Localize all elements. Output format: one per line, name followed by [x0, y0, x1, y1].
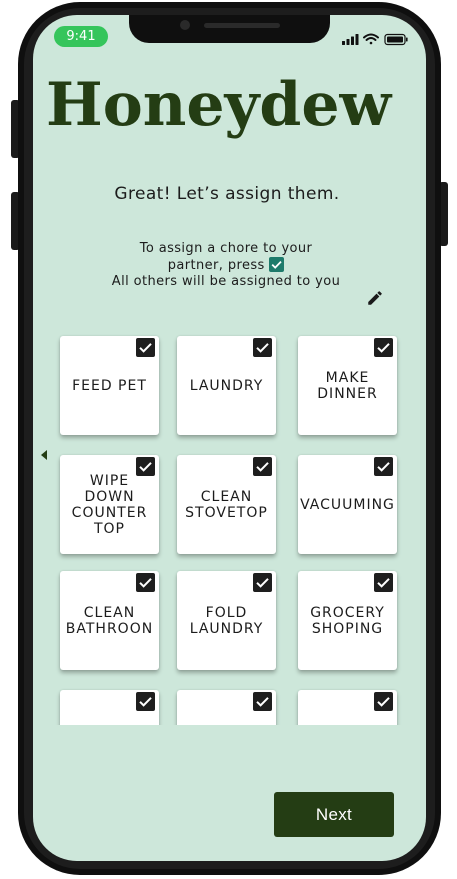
instructions-line2: All others will be assigned to you: [111, 274, 341, 289]
checkbox-checked-icon[interactable]: [253, 457, 272, 476]
checkbox-checked-icon[interactable]: [374, 573, 393, 592]
page-heading: Great! Let’s assign them.: [114, 184, 340, 204]
checkbox-checked-icon[interactable]: [374, 692, 393, 711]
chore-card[interactable]: FEED PET: [60, 336, 159, 435]
chore-card[interactable]: GROCERY SHOPING: [298, 571, 397, 670]
checkbox-checked-icon[interactable]: [136, 457, 155, 476]
cellular-signal-icon: [342, 34, 359, 45]
checkbox-checked-icon[interactable]: [253, 692, 272, 711]
checkbox-checked-icon[interactable]: [374, 338, 393, 357]
chore-grid: FEED PET LAUNDRY MAKE DINNER WIPE DOWN C…: [55, 330, 405, 725]
chore-card[interactable]: [60, 690, 159, 725]
checkbox-checked-icon[interactable]: [253, 573, 272, 592]
checkbox-checked-icon[interactable]: [374, 457, 393, 476]
chore-card[interactable]: CLEAN STOVETOP: [177, 455, 276, 554]
chore-card[interactable]: [298, 690, 397, 725]
phone-notch: [129, 15, 330, 43]
checkbox-checked-icon[interactable]: [136, 692, 155, 711]
instructions-line1: To assign a chore to your partner, press: [139, 241, 313, 273]
app-title: Honeydew: [46, 70, 392, 140]
status-icons: [342, 33, 408, 46]
next-button[interactable]: Next: [274, 792, 394, 837]
checkbox-checked-icon[interactable]: [136, 573, 155, 592]
chore-card[interactable]: LAUNDRY: [177, 336, 276, 435]
chore-card[interactable]: FOLD LAUNDRY: [177, 571, 276, 670]
wifi-icon: [363, 33, 379, 45]
checkbox-checked-icon[interactable]: [253, 338, 272, 357]
chore-card[interactable]: WIPE DOWN COUNTER TOP: [60, 455, 159, 554]
checkbox-checked-icon[interactable]: [136, 338, 155, 357]
battery-icon: [384, 33, 408, 46]
checkbox-checked-icon: [269, 257, 285, 272]
status-time: 9:41: [54, 26, 108, 47]
front-camera: [180, 20, 190, 30]
chore-card[interactable]: MAKE DINNER: [298, 336, 397, 435]
pencil-icon[interactable]: [366, 289, 384, 307]
instructions: To assign a chore to your partner, press…: [110, 241, 342, 290]
earpiece-speaker: [204, 23, 280, 28]
chore-card[interactable]: [177, 690, 276, 725]
chore-card[interactable]: CLEAN BATHROON: [60, 571, 159, 670]
left-arrow-icon[interactable]: [39, 449, 49, 461]
chore-card[interactable]: VACUUMING: [298, 455, 397, 554]
